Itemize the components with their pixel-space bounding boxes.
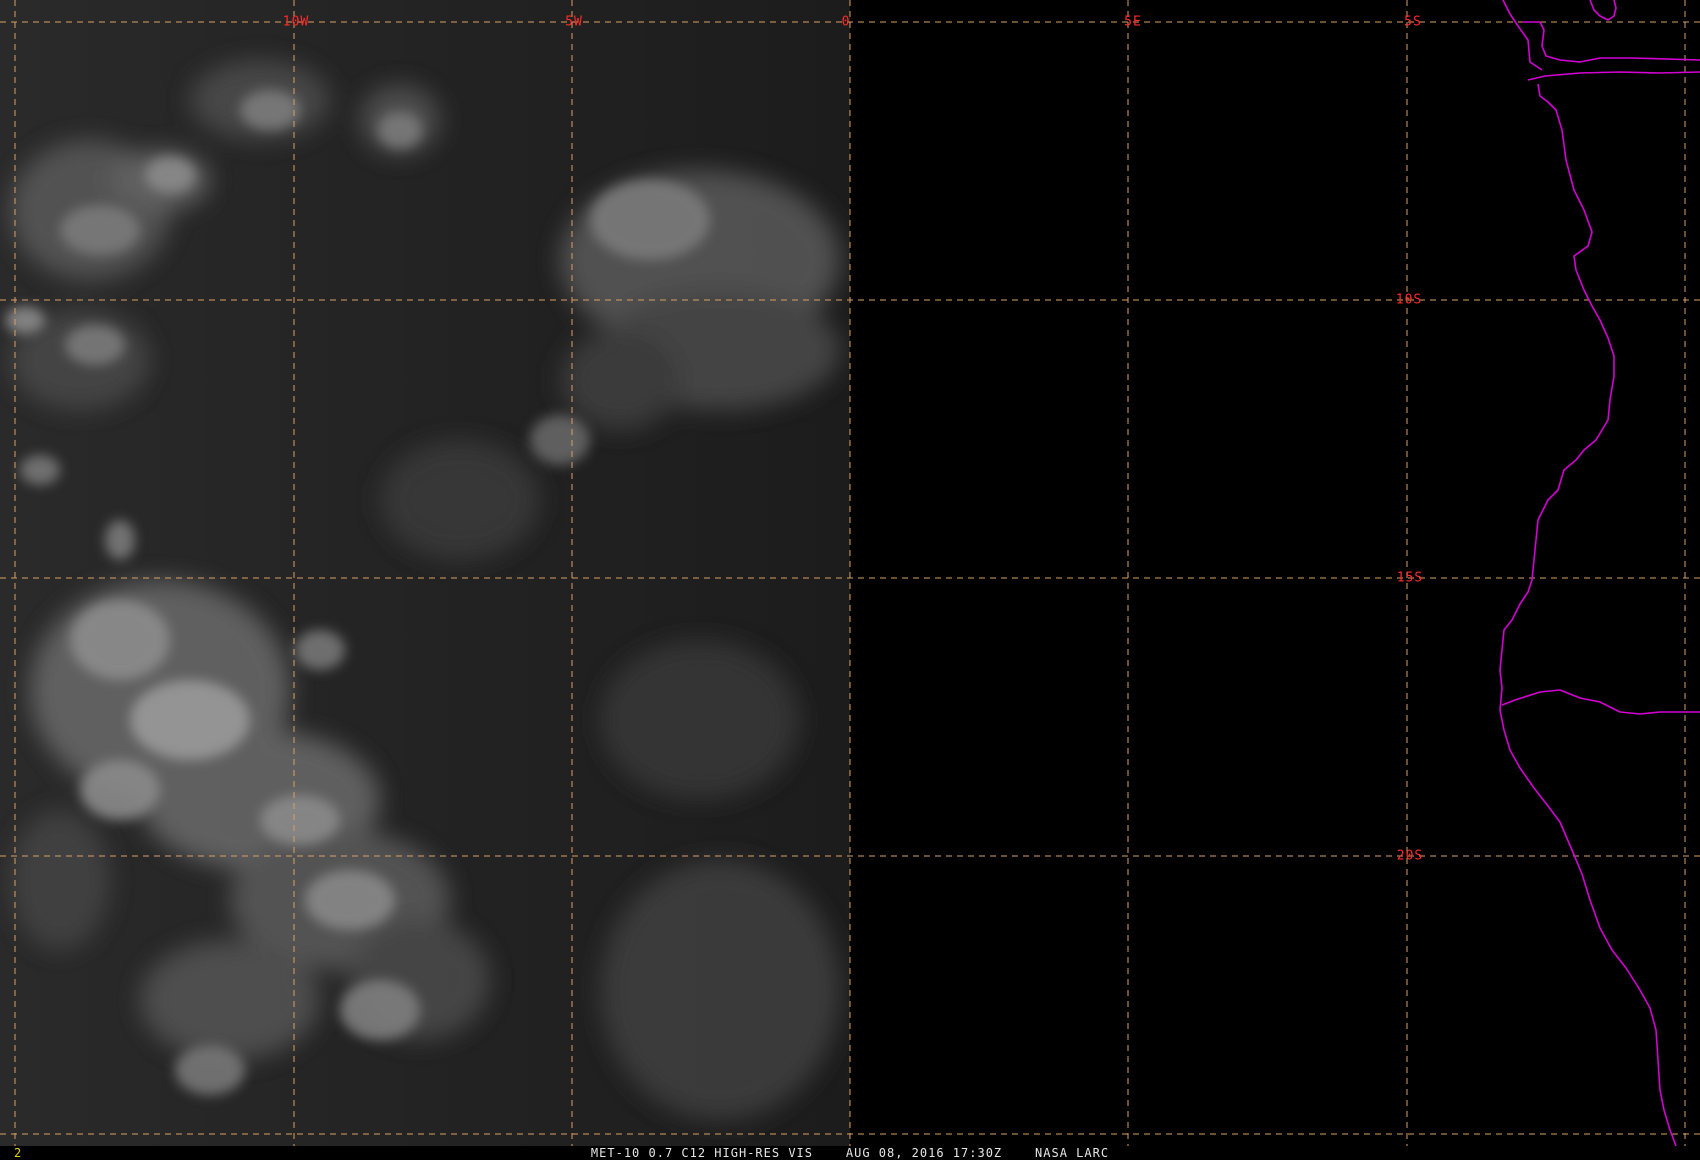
- lat-label-15s: 15S: [1396, 570, 1424, 586]
- satellite-map: 10W 5W 0 5E 5S 10S 15S 20S: [0, 0, 1700, 1146]
- satellite-imagery: [0, 0, 1700, 1146]
- lon-label-10w: 10W: [282, 14, 310, 30]
- night-side: [850, 0, 1700, 1146]
- lat-label-5s: 5S: [1404, 14, 1422, 30]
- lon-label-5e: 5E: [1124, 14, 1142, 30]
- lon-label-0: 0: [841, 14, 851, 30]
- lat-label-20s: 20S: [1396, 848, 1424, 864]
- status-bar: 2 MET-10 0.7 C12 HIGH-RES VIS AUG 08, 20…: [0, 1146, 1700, 1160]
- image-caption: MET-10 0.7 C12 HIGH-RES VIS AUG 08, 2016…: [590, 1146, 1110, 1160]
- lon-label-5w: 5W: [565, 14, 583, 30]
- lat-label-10s: 10S: [1395, 292, 1423, 308]
